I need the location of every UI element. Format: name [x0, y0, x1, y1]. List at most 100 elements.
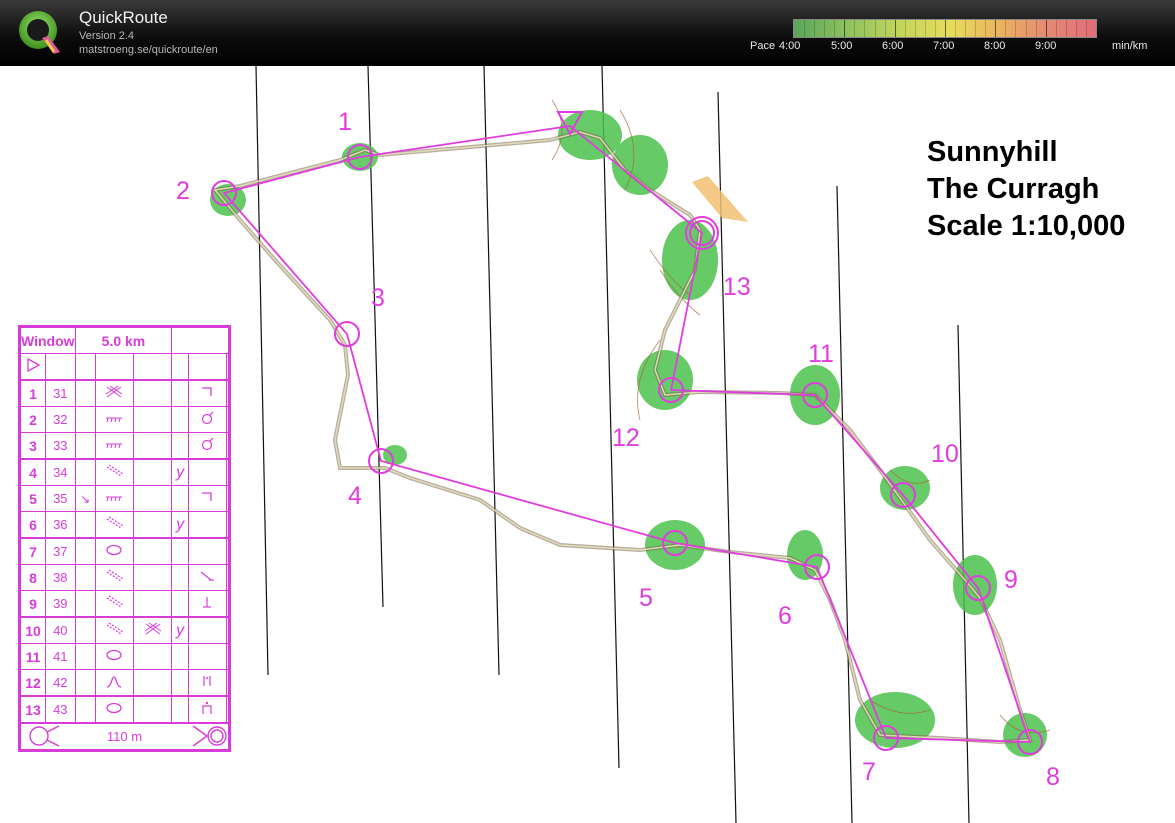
rides-icon: [94, 458, 135, 486]
control-code: 31: [45, 379, 76, 407]
control-seq-number: 8: [19, 564, 47, 591]
corner-icon: [187, 379, 228, 407]
desc-column-h: [226, 485, 229, 512]
desc-column-f: [171, 643, 189, 670]
junction-icon: y: [171, 511, 189, 539]
control-seq-number: 2: [19, 406, 47, 433]
desc-column-h: [226, 379, 229, 407]
desc-column-f: [171, 669, 189, 697]
desc-column-c: [74, 695, 96, 724]
desc-column-h: [226, 406, 229, 433]
desc-column-c: [74, 511, 96, 539]
thicket-icon: [133, 616, 173, 644]
vegetation-edge-icon: [94, 432, 135, 460]
thicket-icon: [94, 379, 135, 407]
control-number: 7: [862, 758, 876, 786]
knoll-icon: [94, 537, 135, 565]
desc-column-h: [226, 432, 229, 460]
desc-column-f: [171, 695, 189, 724]
pace-scale-divider: [1026, 20, 1027, 37]
control-seq-number: 10: [19, 616, 47, 644]
pace-scale-divider: [814, 20, 815, 37]
control-code: 41: [45, 643, 76, 670]
control-code: 36: [45, 511, 76, 539]
map-title-line: Scale 1:10,000: [927, 210, 1126, 242]
desc-column-c: [74, 379, 96, 407]
desc-column-c: [74, 406, 96, 433]
pace-tick-label: 5:00: [831, 40, 853, 52]
desc-column-h: [226, 564, 229, 591]
desc-column-f: [171, 406, 189, 433]
pace-scale-divider: [935, 20, 936, 37]
desc-column-c: [74, 669, 96, 697]
control-seq-number: 3: [19, 432, 47, 460]
junction-icon: y: [171, 616, 189, 644]
desc-column-g: [187, 458, 228, 486]
control-seq-number: 13: [19, 695, 47, 724]
desc-column-c: [74, 432, 96, 460]
pace-scale-divider: [905, 20, 906, 37]
control-number: 11: [808, 340, 834, 368]
control-number: 3: [371, 284, 385, 312]
control-code: 42: [45, 669, 76, 697]
control-code: 39: [45, 590, 76, 618]
pace-scale-divider: [925, 20, 926, 37]
control-number: 8: [1046, 763, 1060, 791]
desc-column-c: [74, 564, 96, 591]
control-seq-number: 11: [19, 643, 47, 670]
desc-column-c: [74, 616, 96, 644]
desc-column-g: [187, 511, 228, 539]
control-code: 38: [45, 564, 76, 591]
desc-column-c: [74, 643, 96, 670]
control-code: 35: [45, 485, 76, 512]
app-header: QuickRoute Version 2.4 matstroeng.se/qui…: [0, 0, 1175, 66]
control-seq-number: 12: [19, 669, 47, 697]
pace-scale-divider: [945, 20, 946, 37]
event-name: Window: [20, 327, 76, 354]
knoll-icon: [94, 643, 135, 670]
control-number: 12: [612, 424, 640, 452]
desc-column-c: [74, 537, 96, 565]
control-number: 13: [723, 273, 751, 301]
pace-tick-label: 8:00: [984, 40, 1006, 52]
desc-column-c: [74, 458, 96, 486]
desc-column-h: [226, 537, 229, 565]
desc-column-h: [226, 616, 229, 644]
control-number: 9: [1004, 566, 1018, 594]
app-url[interactable]: matstroeng.se/quickroute/en: [79, 44, 218, 56]
pace-scale-divider: [955, 20, 956, 37]
desc-column-h: [226, 458, 229, 486]
desc-column-g: [187, 537, 228, 565]
desc-column-f: [171, 379, 189, 407]
control-number: 6: [778, 602, 792, 630]
desc-column-h: [226, 590, 229, 618]
control-seq-number: 1: [19, 379, 47, 407]
course-length: 5.0 km: [74, 327, 173, 354]
pace-scale-divider: [1066, 20, 1067, 37]
vegetation-edge-icon: [94, 406, 135, 433]
desc-column-e: [133, 643, 173, 670]
control-seq-number: 6: [19, 511, 47, 539]
desc-column-h: [226, 695, 229, 724]
vegetation-edge-icon: [94, 485, 135, 512]
pace-scale-divider: [854, 20, 855, 37]
desc-column-f: [171, 432, 189, 460]
desc-column-e: [133, 695, 173, 724]
pace-scale-divider: [824, 20, 825, 37]
pace-scale-divider: [864, 20, 865, 37]
rides-icon: [94, 511, 135, 539]
desc-column-g: [187, 643, 228, 670]
pace-scale-divider: [1015, 20, 1016, 37]
root-stock-icon: [187, 406, 228, 433]
quickroute-logo: [19, 11, 60, 54]
pace-scale-divider: [804, 20, 805, 37]
rides-icon: [94, 564, 135, 591]
desc-column-f: [171, 590, 189, 618]
rides-icon: [94, 616, 135, 644]
pace-scale-divider: [895, 20, 896, 37]
desc-column-e: [133, 511, 173, 539]
control-description-sheet: Window 5.0 km 1 31 2 32 3 33 4 34 y 5 35 ↘ 6 36 y 7 37 8 3…: [18, 325, 231, 752]
junction-icon: y: [171, 458, 189, 486]
desc-column-c: [74, 590, 96, 618]
pace-tick-label: 6:00: [882, 40, 904, 52]
